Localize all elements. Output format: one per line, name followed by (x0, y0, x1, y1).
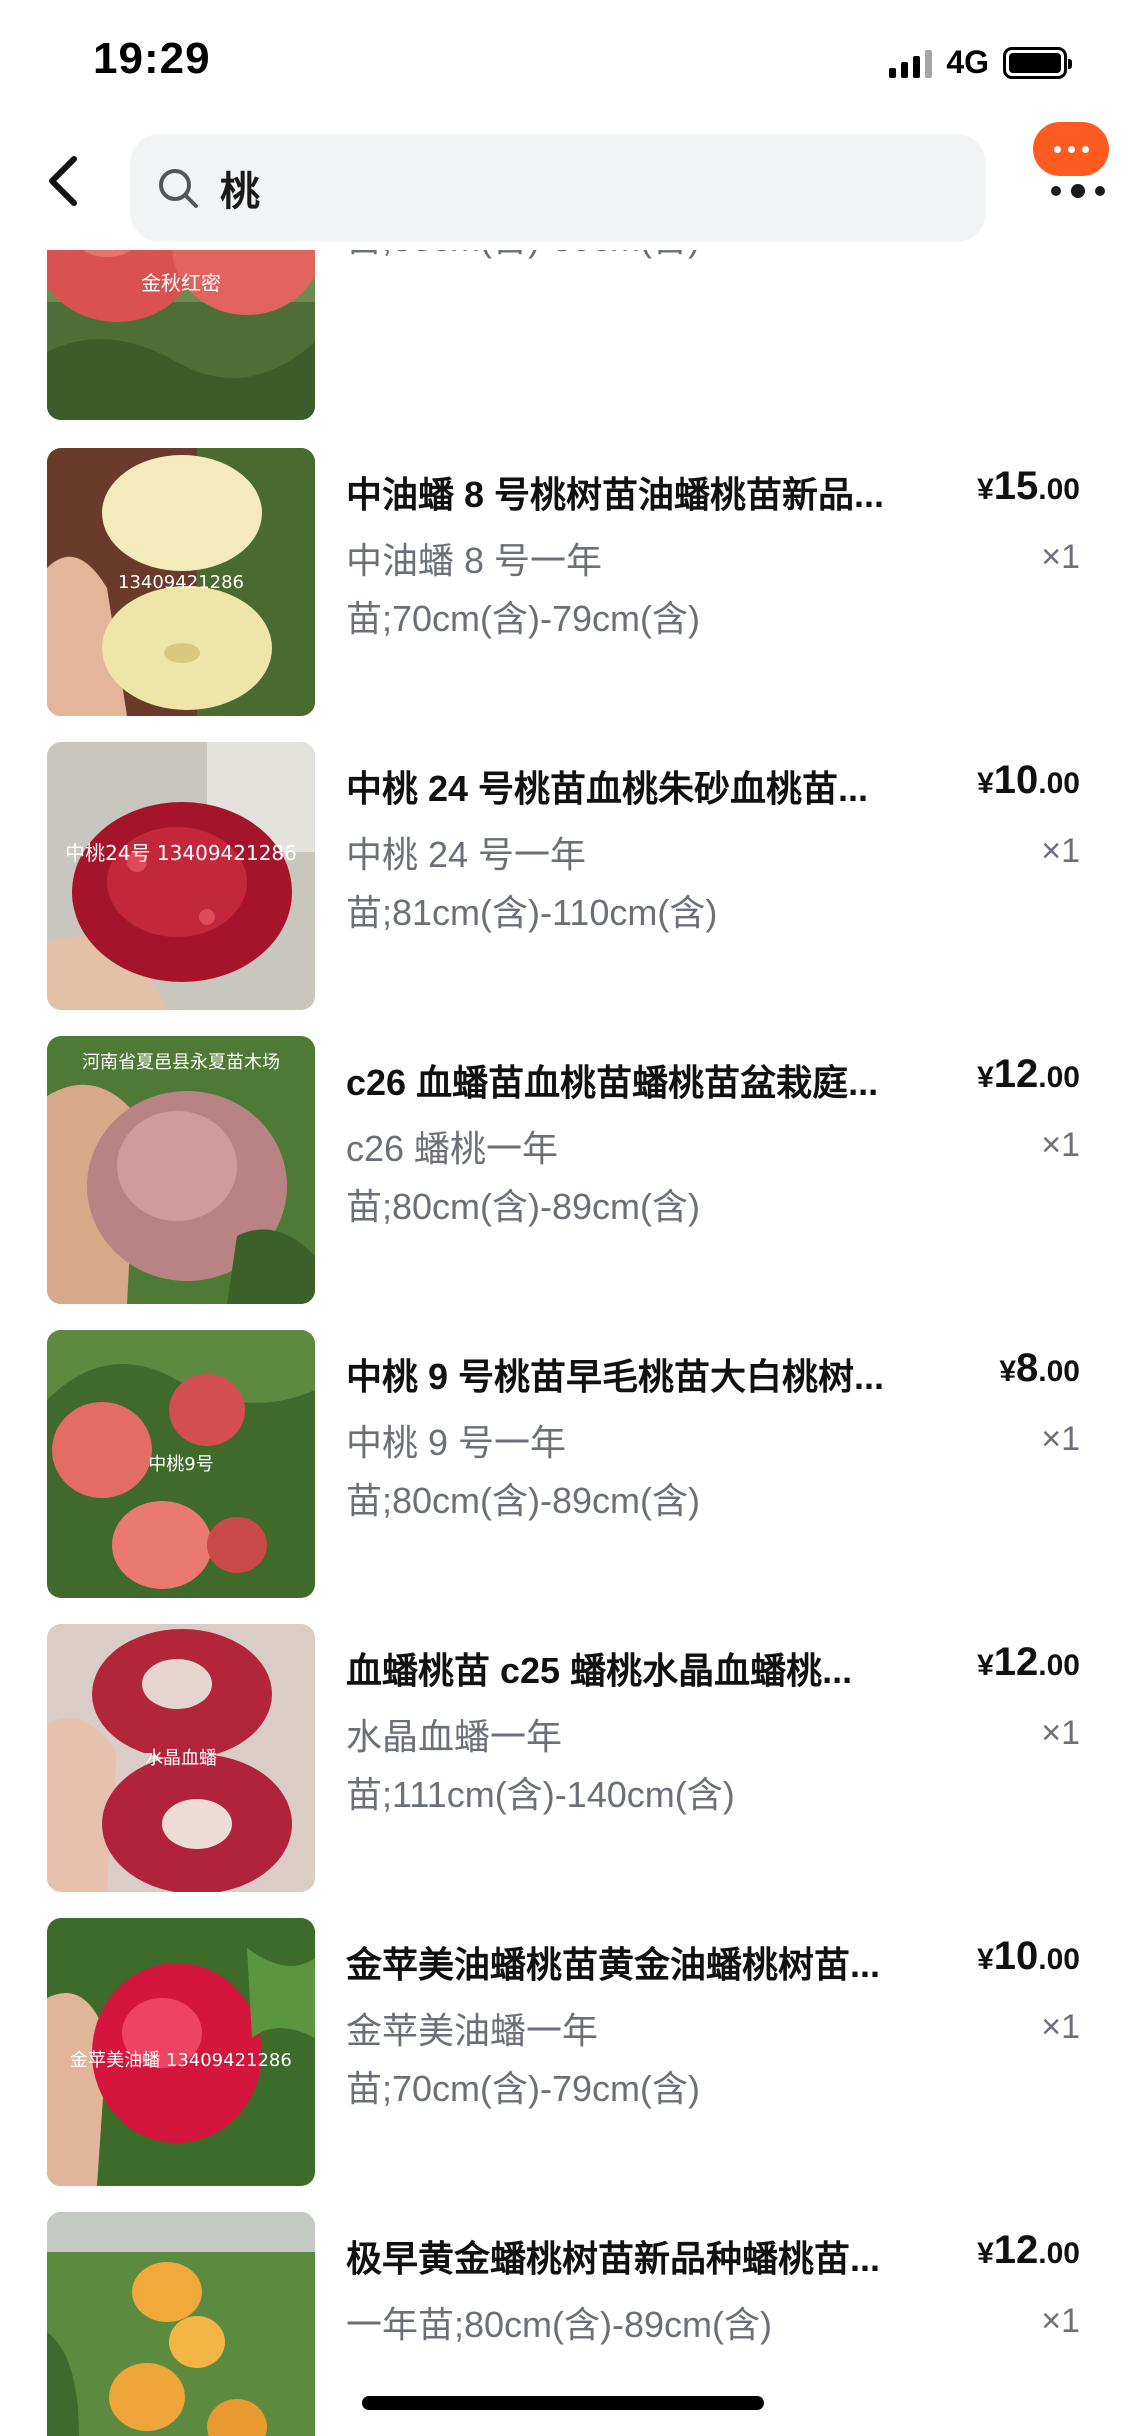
product-price: ¥15.00 (977, 464, 1080, 508)
product-title[interactable]: 极早黄金蟠桃树苗新品种蟠桃苗... (346, 2230, 946, 2282)
quantity: ×1 (1041, 2302, 1080, 2340)
quantity: ×1 (1041, 1714, 1080, 1752)
product-spec: 中桃 9 号一年苗;80cm(含)-89cm(含) (346, 1422, 701, 1521)
thumb-watermark: 中桃24号 13409421286 (65, 841, 297, 865)
search-input[interactable]: 桃 (130, 134, 986, 242)
status-bar: 19:29 4G (0, 0, 1125, 118)
product-price: ¥10.00 (977, 758, 1080, 802)
thumb-watermark: 中桃9号 (148, 1454, 213, 1475)
more-dots-icon (1051, 184, 1105, 198)
product-title[interactable]: 中桃 9 号桃苗早毛桃苗大白桃树... (346, 1348, 946, 1400)
product-spec: c26 蟠桃一年苗;80cm(含)-89cm(含) (346, 1128, 701, 1227)
list-item[interactable]: 中桃24号 13409421286 中桃 24 号桃苗血桃朱砂血桃苗... ¥1… (0, 742, 1125, 1010)
product-title[interactable]: 金苹美油蟠桃苗黄金油蟠桃树苗... (346, 1936, 946, 1988)
quantity: ×1 (1041, 1420, 1080, 1458)
back-button[interactable] (34, 146, 94, 216)
list-item[interactable]: 水晶血蟠 血蟠桃苗 c25 蟠桃水晶血蟠桃... ¥12.00 水晶血蟠一年苗;… (0, 1624, 1125, 1892)
screen: 金秋红密 金秋红蜜一年苗;80cm(含)-89cm(含) ×1 13409421… (0, 0, 1125, 2436)
more-menu-button[interactable] (1023, 118, 1109, 228)
home-indicator[interactable] (362, 2396, 764, 2410)
quantity: ×1 (1041, 2008, 1080, 2046)
product-title[interactable]: 中桃 24 号桃苗血桃朱砂血桃苗... (346, 760, 946, 812)
product-thumbnail[interactable]: 水晶血蟠 (47, 1624, 315, 1892)
battery-icon (1003, 46, 1072, 79)
product-thumbnail[interactable] (47, 2212, 315, 2436)
product-spec: 中油蟠 8 号一年苗;70cm(含)-79cm(含) (346, 540, 701, 639)
status-indicators: 4G (889, 44, 1072, 81)
signal-icon (889, 48, 933, 78)
status-time: 19:29 (93, 34, 211, 83)
product-thumbnail[interactable]: 中桃24号 13409421286 (47, 742, 315, 1010)
product-price: ¥10.00 (977, 1934, 1080, 1978)
product-price: ¥12.00 (977, 2228, 1080, 2272)
list-item[interactable]: 中桃9号 中桃 9 号桃苗早毛桃苗大白桃树... ¥8.00 中桃 9 号一年苗… (0, 1330, 1125, 1598)
quantity: ×1 (1041, 1126, 1080, 1164)
search-icon (154, 164, 202, 212)
quantity: ×1 (1041, 832, 1080, 870)
list-item[interactable]: 河南省夏邑县永夏苗木场 c26 血蟠苗血桃苗蟠桃苗盆栽庭... ¥12.00 c… (0, 1036, 1125, 1304)
thumb-watermark: 水晶血蟠 (145, 1748, 217, 1769)
message-bubble-icon (1033, 122, 1109, 176)
product-thumbnail[interactable]: 13409421286 (47, 448, 315, 716)
product-price: ¥8.00 (999, 1346, 1080, 1390)
thumb-watermark: 金秋红密 (141, 271, 221, 295)
header: 桃 (0, 118, 1125, 250)
thumb-watermark: 金苹美油蟠 13409421286 (70, 2050, 292, 2071)
product-spec: 一年苗;80cm(含)-89cm(含) (346, 2304, 773, 2345)
product-spec: 中桃 24 号一年苗;81cm(含)-110cm(含) (346, 834, 718, 933)
product-spec: 水晶血蟠一年苗;111cm(含)-140cm(含) (346, 1716, 735, 1815)
list-item[interactable]: 金苹美油蟠 13409421286 金苹美油蟠桃苗黄金油蟠桃树苗... ¥10.… (0, 1918, 1125, 2186)
product-title[interactable]: 中油蟠 8 号桃树苗油蟠桃苗新品... (346, 466, 946, 518)
product-thumbnail[interactable]: 金苹美油蟠 13409421286 (47, 1918, 315, 2186)
product-spec: 金苹美油蟠一年苗;70cm(含)-79cm(含) (346, 2010, 701, 2109)
network-type: 4G (946, 44, 989, 80)
product-thumbnail[interactable]: 中桃9号 (47, 1330, 315, 1598)
product-price: ¥12.00 (977, 1052, 1080, 1096)
search-query: 桃 (220, 170, 260, 214)
chevron-left-icon (49, 156, 77, 206)
product-price: ¥12.00 (977, 1640, 1080, 1684)
quantity: ×1 (1041, 538, 1080, 576)
product-title[interactable]: 血蟠桃苗 c25 蟠桃水晶血蟠桃... (346, 1642, 946, 1694)
product-thumbnail[interactable]: 河南省夏邑县永夏苗木场 (47, 1036, 315, 1304)
thumb-watermark: 13409421286 (118, 572, 244, 593)
list-item[interactable]: 13409421286 中油蟠 8 号桃树苗油蟠桃苗新品... ¥15.00 中… (0, 448, 1125, 716)
thumb-watermark: 河南省夏邑县永夏苗木场 (82, 1052, 280, 1073)
product-title[interactable]: c26 血蟠苗血桃苗蟠桃苗盆栽庭... (346, 1054, 946, 1106)
